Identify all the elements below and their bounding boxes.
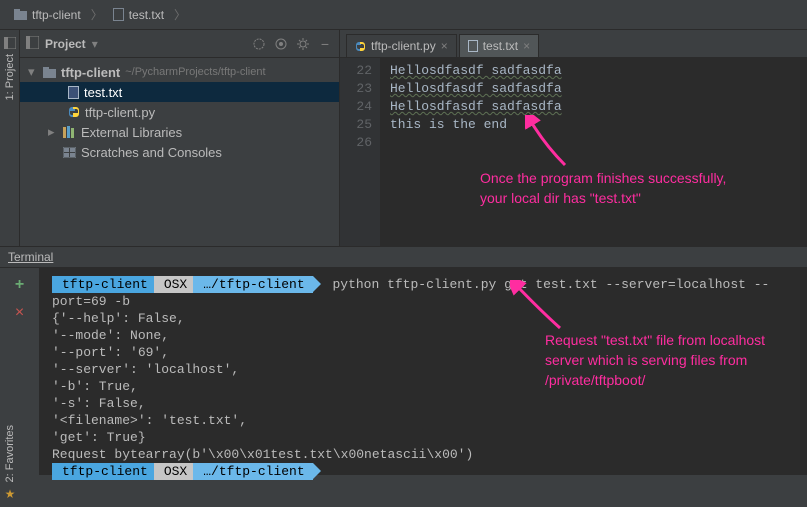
collapse-icon[interactable] bbox=[251, 36, 267, 52]
file-icon bbox=[468, 40, 478, 52]
python-file-icon bbox=[355, 41, 366, 52]
chevron-right-icon: 〉 bbox=[91, 6, 103, 23]
line-number: 23 bbox=[340, 80, 372, 98]
tree-file-label: test.txt bbox=[84, 85, 122, 100]
prompt-segment-os: OSX bbox=[154, 463, 195, 480]
tab-test-txt[interactable]: test.txt × bbox=[459, 34, 539, 57]
code-line: Hellosdfasdf sadfasdfa bbox=[390, 98, 807, 116]
terminal-line: 'get': True} bbox=[52, 429, 795, 446]
close-tab-icon[interactable]: × bbox=[441, 39, 448, 53]
close-session-button[interactable]: × bbox=[15, 304, 24, 322]
expand-arrow-icon[interactable]: ▾ bbox=[28, 64, 38, 80]
line-number-gutter: 22 23 24 25 26 bbox=[340, 58, 380, 246]
tab-tftp-client-py[interactable]: tftp-client.py × bbox=[346, 34, 457, 57]
terminal-line: tftp-clientOSX…/tftp-client python tftp-… bbox=[52, 276, 795, 310]
new-session-button[interactable]: + bbox=[15, 276, 24, 294]
terminal-output[interactable]: tftp-clientOSX…/tftp-client python tftp-… bbox=[40, 268, 807, 475]
breadcrumb-root-label: tftp-client bbox=[32, 8, 81, 22]
prompt-segment-project: tftp-client bbox=[52, 463, 156, 480]
breadcrumb-file[interactable]: test.txt bbox=[107, 6, 170, 24]
prompt-segment-project: tftp-client bbox=[52, 276, 156, 293]
tree-file-testtxt[interactable]: test.txt bbox=[20, 82, 339, 102]
terminal-panel: + × tftp-clientOSX…/tftp-client python t… bbox=[0, 268, 807, 475]
terminal-header[interactable]: Terminal bbox=[0, 246, 807, 268]
tree-file-py[interactable]: tftp-client.py bbox=[20, 102, 339, 122]
code-line: Hellosdfasdf sadfasdfa bbox=[390, 62, 807, 80]
project-tool-icon[interactable] bbox=[3, 36, 17, 50]
favorites-gutter: 2: Favorites ★ bbox=[0, 387, 20, 507]
breadcrumb-root[interactable]: tftp-client bbox=[8, 6, 87, 24]
dropdown-arrow-icon[interactable]: ▾ bbox=[92, 37, 98, 51]
library-icon bbox=[63, 126, 76, 138]
tree-root[interactable]: ▾ tftp-client ~/PycharmProjects/tftp-cli… bbox=[20, 62, 339, 82]
folder-icon bbox=[43, 67, 56, 78]
star-icon[interactable]: ★ bbox=[5, 487, 16, 501]
tree-scratches[interactable]: ▸ Scratches and Consoles bbox=[20, 142, 339, 162]
annotation-text-1: Once the program finishes successfully, … bbox=[480, 168, 730, 208]
line-number: 25 bbox=[340, 116, 372, 134]
project-panel-title: Project bbox=[45, 37, 86, 51]
tree-external-libraries[interactable]: ▸ External Libraries bbox=[20, 122, 339, 142]
line-number: 22 bbox=[340, 62, 372, 80]
terminal-line: Request bytearray(b'\x00\x01test.txt\x00… bbox=[52, 446, 795, 463]
folder-icon bbox=[14, 9, 27, 20]
prompt-segment-path: …/tftp-client bbox=[193, 463, 312, 480]
tree-group-label: External Libraries bbox=[81, 125, 182, 140]
main-split: 1: Project Project ▾ − ▾ tftp bbox=[0, 30, 807, 246]
prompt-segment-os: OSX bbox=[154, 276, 195, 293]
editor-area: tftp-client.py × test.txt × 22 23 24 25 … bbox=[340, 30, 807, 246]
line-number: 26 bbox=[340, 134, 372, 152]
chevron-right-icon: 〉 bbox=[174, 6, 186, 23]
project-tree: ▾ tftp-client ~/PycharmProjects/tftp-cli… bbox=[20, 58, 339, 166]
close-tab-icon[interactable]: × bbox=[523, 39, 530, 53]
file-icon bbox=[68, 86, 79, 99]
file-icon bbox=[113, 8, 124, 21]
tree-group-label: Scratches and Consoles bbox=[81, 145, 222, 160]
editor-tabbar: tftp-client.py × test.txt × bbox=[340, 30, 807, 58]
left-gutter: 1: Project bbox=[0, 30, 20, 246]
scratches-icon bbox=[63, 147, 76, 158]
terminal-line: '-s': False, bbox=[52, 395, 795, 412]
scroll-from-source-icon[interactable] bbox=[273, 36, 289, 52]
project-panel: Project ▾ − ▾ tftp-client ~/PycharmProje… bbox=[20, 30, 340, 246]
prompt-segment-path: …/tftp-client bbox=[193, 276, 312, 293]
project-panel-header: Project ▾ − bbox=[20, 30, 339, 58]
code-line: this is the end bbox=[390, 116, 807, 134]
breadcrumb-file-label: test.txt bbox=[129, 8, 164, 22]
breadcrumb-bar: tftp-client 〉 test.txt 〉 bbox=[0, 0, 807, 30]
tree-root-path: ~/PycharmProjects/tftp-client bbox=[125, 66, 265, 78]
favorites-tool-label[interactable]: 2: Favorites bbox=[4, 425, 16, 482]
code-editor[interactable]: 22 23 24 25 26 Hellosdfasdf sadfasdfa He… bbox=[340, 58, 807, 246]
python-file-icon bbox=[68, 106, 80, 118]
code-line: Hellosdfasdf sadfasdfa bbox=[390, 80, 807, 98]
terminal-line: tftp-clientOSX…/tftp-client bbox=[52, 463, 795, 480]
annotation-text-2: Request "test.txt" file from localhost s… bbox=[545, 330, 805, 390]
code-content[interactable]: Hellosdfasdf sadfasdfa Hellosdfasdf sadf… bbox=[380, 58, 807, 246]
terminal-title: Terminal bbox=[8, 250, 53, 264]
expand-arrow-icon[interactable]: ▸ bbox=[48, 124, 58, 140]
terminal-line: {'--help': False, bbox=[52, 310, 795, 327]
line-number: 24 bbox=[340, 98, 372, 116]
tab-label: tftp-client.py bbox=[371, 39, 436, 53]
project-tool-label[interactable]: 1: Project bbox=[4, 54, 16, 100]
tree-file-label: tftp-client.py bbox=[85, 105, 155, 120]
tab-label: test.txt bbox=[483, 39, 518, 53]
settings-icon[interactable] bbox=[295, 36, 311, 52]
hide-icon[interactable]: − bbox=[317, 36, 333, 52]
tree-root-label: tftp-client bbox=[61, 65, 120, 80]
project-tool-dropdown-icon[interactable] bbox=[26, 36, 39, 52]
terminal-line: '<filename>': 'test.txt', bbox=[52, 412, 795, 429]
